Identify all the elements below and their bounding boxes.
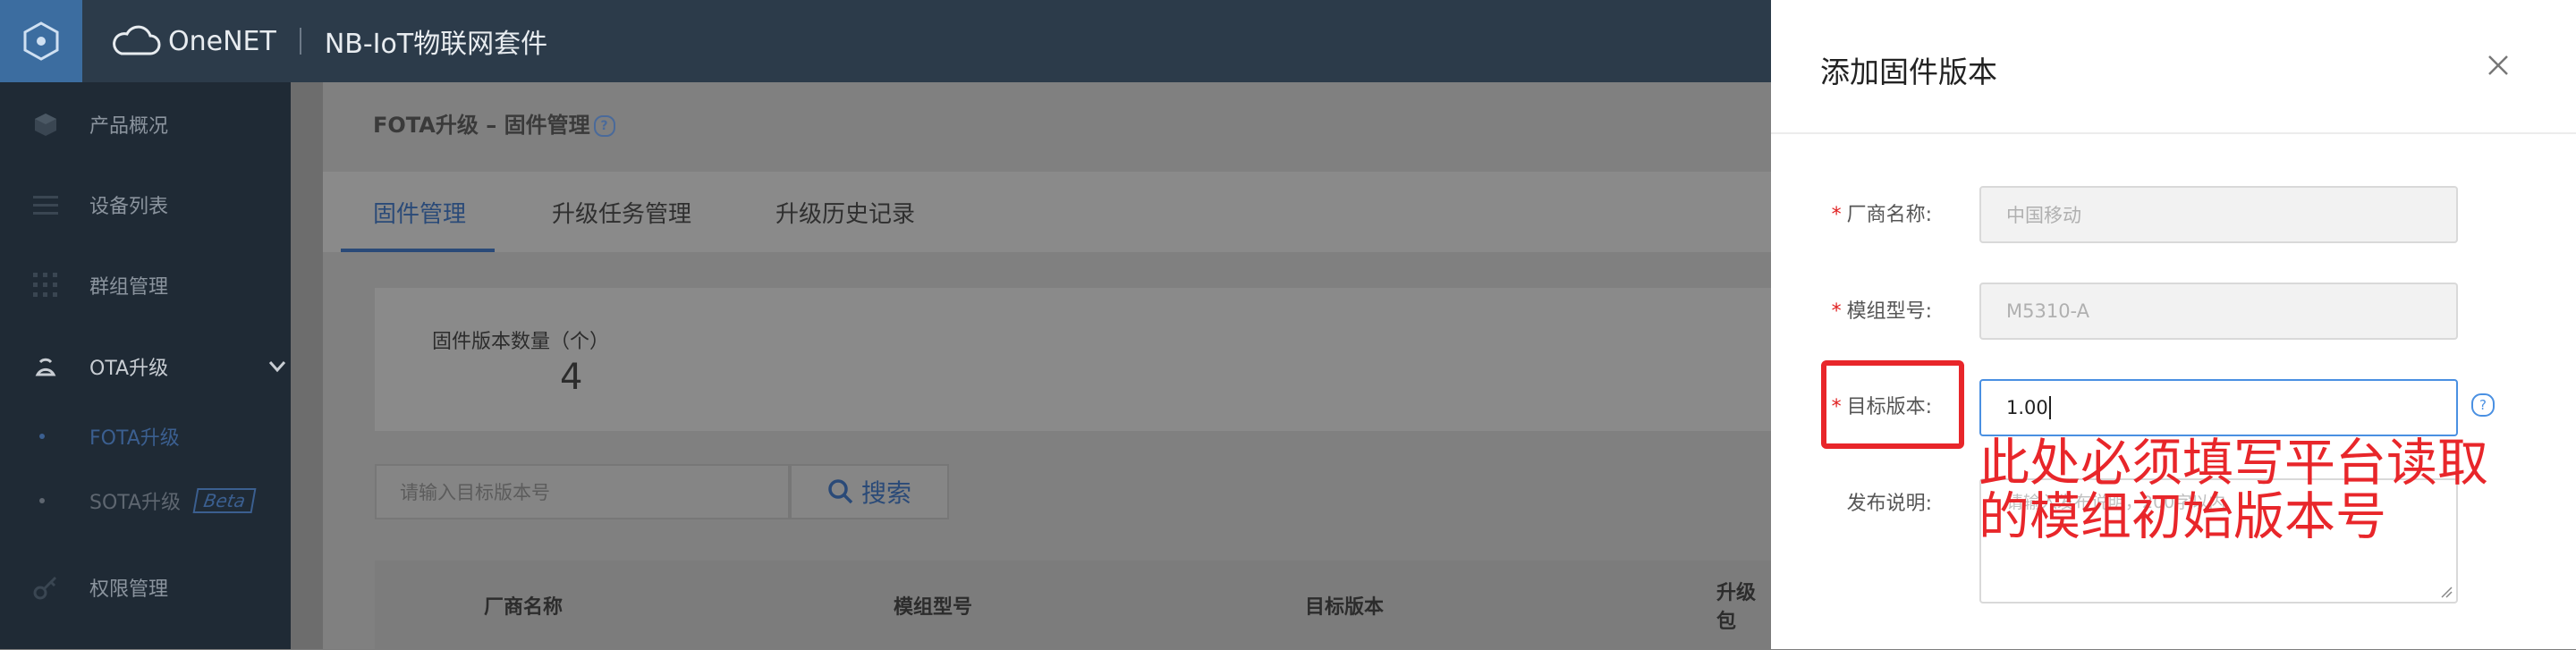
cube-icon xyxy=(30,109,61,139)
table-header: 厂商名称 模组型号 目标版本 升级包 xyxy=(375,561,1771,649)
module-model-field[interactable]: M5310-A xyxy=(1979,283,2458,340)
sidebar-item-ota[interactable]: OTA升级 xyxy=(0,342,291,392)
add-firmware-drawer: 添加固件版本 * 厂商名称: 中国移动 * 模组型号: M5310-A * 目标版本:… xyxy=(1771,0,2576,649)
brand-name: OneNET xyxy=(168,25,276,57)
top-navigation-bar: OneNET NB-IoT物联网套件 xyxy=(0,0,1771,82)
sidebar-scrollbar[interactable] xyxy=(291,82,323,649)
tab-firmware[interactable]: 固件管理 xyxy=(373,172,466,252)
tab-upgrade-tasks[interactable]: 升级任务管理 xyxy=(552,172,691,252)
search-icon xyxy=(828,479,853,504)
chevron-down-icon xyxy=(268,361,286,373)
main-content: FOTA升级 – 固件管理? 固件管理 升级任务管理 升级历史记录 固件版本数量… xyxy=(323,82,1771,649)
stat-label: 固件版本数量（个） xyxy=(432,331,610,353)
text-caret xyxy=(2048,396,2051,419)
bullet-dot xyxy=(39,434,45,439)
search-button[interactable]: 搜索 xyxy=(790,464,949,519)
cloud-icon xyxy=(113,25,161,55)
brand[interactable]: OneNET NB-IoT物联网套件 xyxy=(109,0,547,82)
bullet-dot xyxy=(39,498,45,503)
sidebar-subitem-fota[interactable]: FOTA升级 xyxy=(0,417,291,456)
annotation-highlight-box xyxy=(1821,360,1964,449)
annotation-line-2: 的模组初始版本号 xyxy=(1979,487,2386,546)
search-input[interactable]: 请输入目标版本号 xyxy=(375,464,790,519)
breadcrumb-text: FOTA升级 – 固件管理 xyxy=(373,113,590,138)
sidebar-item-permissions[interactable]: 权限管理 xyxy=(0,565,291,610)
required-mark: * xyxy=(1831,300,1842,323)
brand-divider xyxy=(299,28,301,55)
active-tab-indicator xyxy=(341,249,495,252)
hexagon-logo-icon xyxy=(23,21,59,61)
sidebar-item-devices[interactable]: 设备列表 xyxy=(0,182,291,227)
column-header-module-model: 模组型号 xyxy=(894,596,973,619)
sidebar-item-groups[interactable]: 群组管理 xyxy=(0,263,291,308)
sidebar-subitem-sota[interactable]: SOTA升级 Beta xyxy=(0,481,291,520)
stat-value: 4 xyxy=(560,357,583,398)
column-header-package: 升级包 xyxy=(1716,582,1757,633)
annotation-text: 此处必须填写平台读取 的模组初始版本号 xyxy=(1979,436,2488,544)
tab-upgrade-history[interactable]: 升级历史记录 xyxy=(775,172,915,252)
ota-icon xyxy=(30,351,61,382)
release-notes-label: 发布说明: xyxy=(1846,493,1932,515)
resize-grip-icon[interactable] xyxy=(2440,586,2453,598)
annotation-line-1: 此处必须填写平台读取 xyxy=(1979,434,2488,493)
search-button-label: 搜索 xyxy=(860,478,911,508)
sidebar-item-overview[interactable]: 产品概况 xyxy=(0,102,291,147)
column-header-target-version: 目标版本 xyxy=(1305,596,1385,619)
column-header-vendor: 厂商名称 xyxy=(484,596,564,619)
vendor-label: * 厂商名称: xyxy=(1831,204,1932,226)
stat-card xyxy=(375,288,1771,431)
help-icon[interactable]: ? xyxy=(593,115,615,137)
close-icon[interactable] xyxy=(2482,49,2514,81)
beta-badge: Beta xyxy=(192,488,257,513)
suite-name: NB-IoT物联网套件 xyxy=(324,29,548,60)
breadcrumb: FOTA升级 – 固件管理? xyxy=(373,107,615,139)
module-model-label: * 模组型号: xyxy=(1831,300,1932,323)
required-mark: * xyxy=(1831,204,1842,226)
key-icon xyxy=(30,572,61,603)
target-version-input[interactable]: 1.00 xyxy=(1979,379,2458,436)
app-logo-button[interactable] xyxy=(0,0,82,82)
drawer-divider xyxy=(1771,132,2576,134)
drawer-title: 添加固件版本 xyxy=(1820,55,1997,89)
list-icon xyxy=(30,190,61,220)
sidebar: 产品概况 设备列表 群组管理 OTA升级 FOTA升级 SOTA升级 Beta xyxy=(0,82,291,649)
vendor-field[interactable]: 中国移动 xyxy=(1979,186,2458,243)
tab-bar: 固件管理 升级任务管理 升级历史记录 xyxy=(323,172,1771,252)
help-icon[interactable]: ? xyxy=(2471,393,2495,417)
grid-icon xyxy=(30,270,61,300)
